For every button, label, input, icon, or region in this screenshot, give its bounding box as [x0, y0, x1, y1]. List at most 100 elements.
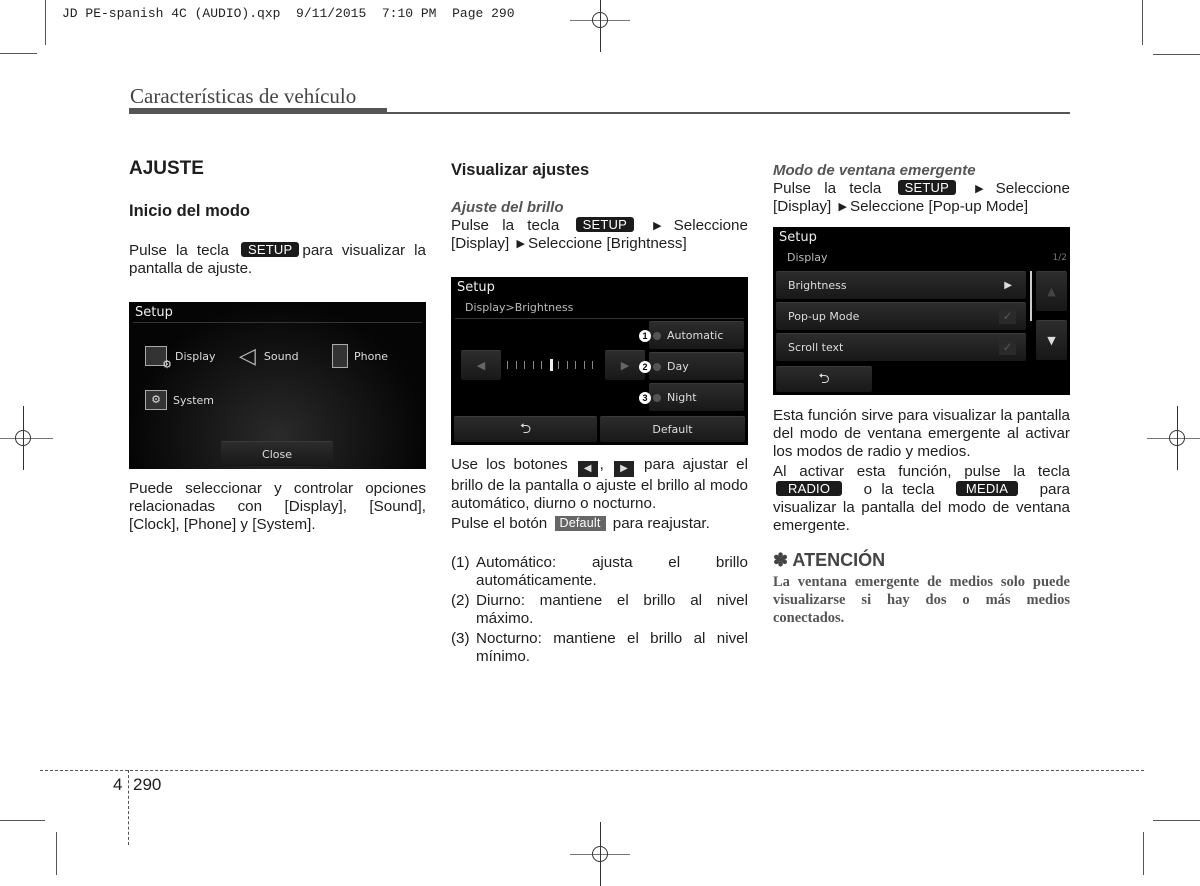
list-number: (2) — [451, 592, 470, 609]
column-2-bottom: Use los botones ◀, ▶ para ajustar el bri… — [451, 456, 748, 668]
slider-tick — [507, 361, 508, 369]
section-title: Características de vehículo — [130, 84, 357, 108]
paragraph: Use los botones ◀, ▶ para ajustar el bri… — [451, 456, 748, 512]
back-arrow-icon: ⮌ — [519, 420, 532, 437]
radio-indicator — [653, 362, 661, 371]
chapter-number: 4 — [113, 775, 123, 794]
left-button-icon: ◀ — [577, 461, 598, 477]
slider-tick — [558, 361, 559, 369]
radio-indicator — [653, 393, 661, 402]
page-number: 290 — [133, 775, 162, 794]
right-button-icon: ▶ — [613, 461, 634, 477]
phone-icon — [332, 344, 348, 368]
subheading-brillo: Ajuste del brillo — [451, 199, 564, 216]
crop-mark — [0, 820, 45, 821]
option-automatic-button[interactable]: 1 Automatic — [639, 321, 744, 349]
list-text: Nocturno: mantiene el brillo al nivel mí… — [476, 630, 748, 665]
crop-mark — [1153, 54, 1200, 55]
brightness-screen: Setup Display>Brightness ◀ ▶ 1 Automatic … — [451, 277, 748, 445]
list-item: (1) Automático: ajusta el brillo automáti… — [451, 554, 748, 590]
slider-tick — [515, 361, 517, 369]
default-key: Default — [554, 516, 606, 531]
paragraph: Puede seleccionar y controlar opciones r… — [129, 480, 426, 533]
radio-key: RADIO — [776, 481, 843, 496]
paragraph: Esta función sirve para visualizar la pa… — [773, 407, 1070, 460]
crop-mark — [1143, 832, 1144, 875]
row-popup-mode[interactable]: Pop-up Mode ✓ — [776, 302, 1026, 330]
registration-mark — [0, 406, 53, 470]
screen-title: Setup — [779, 230, 817, 245]
checkbox-icon[interactable]: ✓ — [999, 309, 1016, 324]
slider-thumb[interactable] — [549, 359, 553, 371]
display-icon: ⚙ — [145, 346, 172, 371]
screen-title: Setup — [135, 305, 173, 320]
arrow-right-icon: ▶ — [975, 183, 993, 195]
crop-mark — [0, 53, 37, 54]
screen-title: Setup — [457, 280, 495, 295]
back-arrow-icon: ⮌ — [818, 370, 830, 387]
heading-visualizar: Visualizar ajustes — [451, 161, 590, 179]
speaker-icon: ◁ — [239, 344, 256, 369]
column-1: AJUSTE Inicio del modo Pulse la tecla SE… — [129, 159, 426, 278]
slider-tick — [592, 361, 593, 369]
slider-tick — [532, 361, 534, 369]
arrow-right-icon: ▶ — [1004, 280, 1012, 291]
checkbox-icon[interactable]: ✓ — [999, 340, 1016, 355]
list-item: (3) Nocturno: mantiene el brillo al nivel… — [451, 630, 748, 666]
arrow-right-icon: ▶ — [653, 220, 671, 232]
option-day-button[interactable]: 2 Day — [639, 352, 744, 380]
page-indicator: 1/2 — [1052, 253, 1067, 263]
brightness-slider[interactable] — [507, 359, 599, 371]
row-brightness[interactable]: Brightness ▶ — [776, 271, 1026, 299]
slider-tick — [524, 361, 525, 369]
paragraph: Pulse el botón Default para reajustar. — [451, 515, 710, 532]
slider-tick — [575, 361, 576, 369]
back-button[interactable]: ⮌ — [454, 416, 597, 442]
column-1-bottom: Puede seleccionar y controlar opciones r… — [129, 480, 426, 534]
scroll-up-button[interactable]: ▲ — [1036, 271, 1067, 311]
option-night-button[interactable]: 3 Night — [639, 383, 744, 411]
menu-item-system[interactable]: ⚙ System — [145, 390, 214, 410]
default-button[interactable]: Default — [600, 416, 745, 442]
crop-mark — [1142, 0, 1143, 45]
footer-divider — [128, 770, 129, 845]
slider-tick — [541, 361, 542, 369]
paragraph: Al activar esta función, pulse la tecla … — [773, 463, 1070, 534]
menu-item-sound[interactable]: ◁ Sound — [239, 344, 299, 369]
title-rule — [387, 112, 1070, 114]
print-slug: JD PE-spanish 4C (AUDIO).qxp 9/11/2015 7… — [62, 6, 515, 21]
system-icon: ⚙ — [145, 390, 167, 410]
screen-breadcrumb: Display — [787, 251, 828, 264]
list-number: (1) — [451, 554, 470, 571]
numbered-list: (1) Automático: ajusta el brillo automáti… — [451, 554, 748, 666]
paragraph: Pulse la tecla SETUP para visualizar la p… — [129, 242, 426, 277]
paragraph: Pulse la tecla SETUP ▶ Seleccione [Displa… — [773, 180, 1070, 215]
menu-item-display[interactable]: ⚙ Display — [145, 346, 216, 371]
title-bar — [129, 108, 387, 114]
callout-number: 3 — [639, 391, 651, 404]
setup-screen-main: Setup ⚙ Display ◁ Sound Phone ⚙ System Clos… — [129, 302, 426, 469]
media-key: MEDIA — [955, 481, 1019, 496]
popup-mode-screen: Setup Display 1/2 Brightness ▶ Pop-up Mod… — [773, 227, 1070, 395]
crop-mark — [45, 0, 46, 45]
subheading-popup: Modo de ventana emergente — [773, 162, 976, 179]
crop-mark — [56, 832, 57, 875]
menu-item-phone[interactable]: Phone — [332, 344, 388, 368]
list-text: Diurno: mantiene el brillo al nivel máxi… — [476, 592, 748, 627]
scrollbar[interactable] — [1030, 271, 1032, 321]
column-3-bottom: Esta función sirve para visualizar la pa… — [773, 407, 1070, 627]
close-button[interactable]: Close — [221, 441, 333, 466]
slider-tick — [583, 361, 585, 369]
paragraph: Pulse la tecla SETUP ▶ Seleccione [Displa… — [451, 217, 748, 252]
arrow-right-icon: ▶ — [838, 201, 847, 213]
scroll-down-button[interactable]: ▼ — [1036, 320, 1067, 360]
screen-divider — [455, 318, 744, 319]
crop-mark — [1153, 820, 1200, 821]
footer-rule — [40, 770, 1144, 771]
row-scroll-text[interactable]: Scroll text ✓ — [776, 333, 1026, 361]
back-button[interactable]: ⮌ — [776, 366, 872, 392]
list-item: (2) Diurno: mantiene el brillo al nivel m… — [451, 592, 748, 628]
screen-divider — [133, 322, 422, 323]
callout-number: 2 — [639, 360, 651, 373]
brightness-decrease-button[interactable]: ◀ — [461, 350, 501, 380]
